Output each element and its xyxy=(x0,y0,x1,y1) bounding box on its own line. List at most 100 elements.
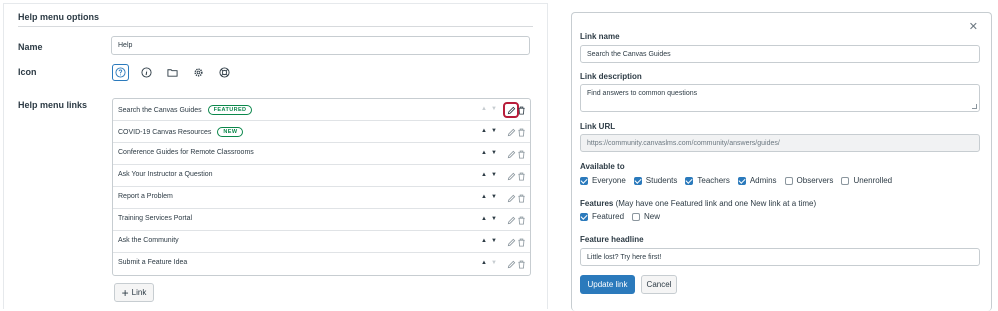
trash-icon[interactable] xyxy=(516,148,527,160)
icon-label: Icon xyxy=(18,67,37,77)
checkbox-teachers[interactable]: Teachers xyxy=(685,176,730,185)
checkbox-label: Unenrolled xyxy=(853,176,893,185)
resize-handle-icon[interactable] xyxy=(972,104,977,109)
close-icon[interactable]: ✕ xyxy=(969,20,978,33)
checkbox-everyone[interactable]: Everyone xyxy=(580,176,626,185)
help-menu-links-list: Search the Canvas Guides FEATURED ▲ ▼ COV… xyxy=(112,98,531,276)
feature-headline-label: Feature headline xyxy=(580,235,644,244)
move-down-icon[interactable]: ▼ xyxy=(491,216,497,222)
link-label: Report a Problem xyxy=(118,193,173,200)
list-item: Ask the Community ▲ ▼ xyxy=(113,231,530,253)
move-down-icon[interactable]: ▼ xyxy=(491,172,497,178)
trash-icon[interactable] xyxy=(516,192,527,204)
link-label: COVID-19 Canvas Resources NEW xyxy=(118,127,244,137)
link-label: Ask the Community xyxy=(118,237,179,244)
list-item: Conference Guides for Remote Classrooms … xyxy=(113,143,530,165)
checkbox-unchecked-icon xyxy=(841,176,850,185)
move-down-icon[interactable]: ▼ xyxy=(491,150,497,156)
list-item: Search the Canvas Guides FEATURED ▲ ▼ xyxy=(113,99,530,121)
question-icon[interactable] xyxy=(112,64,129,81)
move-up-icon[interactable]: ▲ xyxy=(481,172,487,178)
trash-icon[interactable] xyxy=(516,214,527,226)
move-up-icon[interactable]: ▲ xyxy=(481,128,487,134)
checkbox-label: Everyone xyxy=(592,176,626,185)
checkbox-label: Students xyxy=(645,176,678,185)
move-down-icon[interactable]: ▼ xyxy=(491,106,497,112)
checkbox-observers[interactable]: Observers xyxy=(784,176,834,185)
checkbox-checked-icon xyxy=(580,176,588,185)
link-url-input[interactable]: https://community.canvaslms.com/communit… xyxy=(580,134,980,152)
features-note: (May have one Featured link and one New … xyxy=(615,199,817,208)
features-label: Features (May have one Featured link and… xyxy=(580,199,816,208)
list-item: COVID-19 Canvas Resources NEW ▲ ▼ xyxy=(113,121,530,143)
featured-badge: FEATURED xyxy=(207,105,253,115)
update-link-button[interactable]: Update link xyxy=(580,275,635,294)
add-link-label: Link xyxy=(131,288,147,297)
link-name-label: Link name xyxy=(580,32,620,41)
move-down-icon[interactable]: ▼ xyxy=(491,260,497,266)
checkbox-featured[interactable]: Featured xyxy=(580,212,624,221)
trash-icon[interactable] xyxy=(516,236,527,248)
link-label: Submit a Feature Idea xyxy=(118,259,188,266)
trash-icon[interactable] xyxy=(516,104,527,116)
cog-icon[interactable] xyxy=(190,64,207,81)
move-up-icon[interactable]: ▲ xyxy=(481,194,487,200)
link-label: Conference Guides for Remote Classrooms xyxy=(118,149,254,156)
feature-headline-input[interactable]: Little lost? Try here first! xyxy=(580,248,980,266)
checkbox-new[interactable]: New xyxy=(632,212,660,221)
checkbox-checked-icon xyxy=(580,212,588,221)
checkbox-label: Teachers xyxy=(697,176,730,185)
list-item: Report a Problem ▲ ▼ xyxy=(113,187,530,209)
features-title: Features xyxy=(580,199,614,208)
plus-icon: + xyxy=(121,285,129,300)
trash-icon[interactable] xyxy=(516,258,527,270)
folder-icon[interactable] xyxy=(164,64,181,81)
move-up-icon[interactable]: ▲ xyxy=(481,238,487,244)
checkbox-unchecked-icon xyxy=(784,176,793,185)
name-input[interactable]: Help xyxy=(111,36,530,55)
checkbox-unenrolled[interactable]: Unenrolled xyxy=(841,176,892,185)
link-description-value: Find answers to common questions xyxy=(587,90,698,97)
trash-icon[interactable] xyxy=(516,170,527,182)
move-up-icon[interactable]: ▲ xyxy=(481,216,487,222)
checkbox-students[interactable]: Students xyxy=(633,176,678,185)
list-item: Submit a Feature Idea ▲ ▼ xyxy=(113,253,530,275)
link-description-label: Link description xyxy=(580,72,642,81)
available-to-checkboxes: Everyone Students Teachers Admins Observ… xyxy=(580,176,900,185)
move-down-icon[interactable]: ▼ xyxy=(491,194,497,200)
move-up-icon[interactable]: ▲ xyxy=(481,150,487,156)
cancel-button[interactable]: Cancel xyxy=(641,275,677,294)
available-to-label: Available to xyxy=(580,162,625,171)
checkbox-admins[interactable]: Admins xyxy=(737,176,777,185)
help-menu-links-label: Help menu links xyxy=(18,100,88,110)
checkbox-label: Featured xyxy=(592,212,625,221)
checkbox-unchecked-icon xyxy=(632,212,641,221)
new-badge: NEW xyxy=(217,127,244,137)
section-title: Help menu options xyxy=(18,12,99,22)
move-down-icon[interactable]: ▼ xyxy=(491,128,497,134)
checkbox-checked-icon xyxy=(685,176,694,185)
link-label: Ask Your Instructor a Question xyxy=(118,171,213,178)
checkbox-label: Admins xyxy=(749,176,777,185)
features-checkboxes: Featured New xyxy=(580,212,668,221)
info-icon[interactable] xyxy=(138,64,155,81)
checkbox-label: New xyxy=(644,212,661,221)
checkbox-label: Observers xyxy=(796,176,834,185)
list-item: Training Services Portal ▲ ▼ xyxy=(113,209,530,231)
link-name-input[interactable]: Search the Canvas Guides xyxy=(580,45,980,63)
checkbox-checked-icon xyxy=(633,176,642,185)
move-down-icon[interactable]: ▼ xyxy=(491,238,497,244)
add-link-button[interactable]: + Link xyxy=(114,283,154,302)
move-up-icon[interactable]: ▲ xyxy=(481,260,487,266)
list-item: Ask Your Instructor a Question ▲ ▼ xyxy=(113,165,530,187)
name-label: Name xyxy=(18,42,43,52)
link-label: Training Services Portal xyxy=(118,215,193,222)
help-menu-options-panel: Help menu options Name Help Icon Help me… xyxy=(3,3,548,309)
link-label: Search the Canvas Guides FEATURED xyxy=(118,105,253,115)
section-divider xyxy=(18,26,533,27)
move-up-icon[interactable]: ▲ xyxy=(481,106,487,112)
link-description-textarea[interactable]: Find answers to common questions xyxy=(580,84,980,112)
trash-icon[interactable] xyxy=(516,126,527,138)
link-url-label: Link URL xyxy=(580,122,616,131)
lifesaver-icon[interactable] xyxy=(216,64,233,81)
